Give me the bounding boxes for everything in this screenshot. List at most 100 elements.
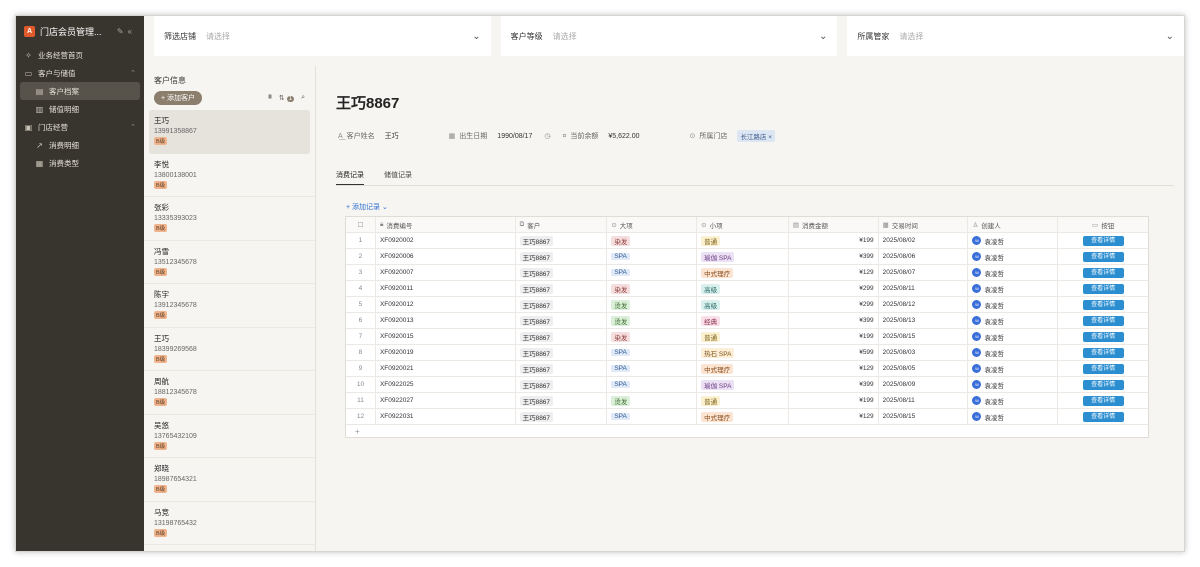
customer-list-item[interactable]: 李悦 13800138001 B级 [144, 154, 315, 197]
sidebar-item[interactable]: ▣ 门店经营 ⌃ [16, 118, 144, 136]
view-details-button[interactable]: 查看详情 [1082, 267, 1124, 278]
customer-chip[interactable]: 王巧8867 [519, 235, 554, 246]
filter-placeholder: 请选择 [899, 31, 924, 41]
customer-list-item[interactable]: 张彩 13335393023 B级 [144, 197, 315, 241]
table-row[interactable]: 6 XF0920013 王巧8867 烫发 经典 ¥399 2025/08/13 W 袁凌哲 查看… [346, 313, 1148, 329]
view-details-button[interactable]: 查看详情 [1082, 347, 1124, 358]
table-row[interactable]: 1 XF0920002 王巧8867 染发 普通 ¥199 2025/08/02 W 袁凌哲 查看… [346, 233, 1148, 249]
add-customer-button[interactable]: + 添加客户 [154, 91, 203, 105]
filter-select[interactable]: 所属管家 请选择 ⌄ [847, 16, 1184, 56]
filter-select[interactable]: 客户等级 请选择 ⌄ [500, 16, 838, 56]
table-row[interactable]: 4 XF0920011 王巧8867 染发 高级 ¥299 2025/08/11 W 袁凌哲 查看… [346, 281, 1148, 297]
customer-list-item[interactable]: 冯雪 13512345678 B级 [144, 241, 315, 284]
sort-icon[interactable]: ⇅ 1 [279, 94, 295, 102]
table-row[interactable]: 8 XF0920019 王巧8867 SPA 热石 SPA ¥599 2025/08/03 W… [346, 345, 1148, 361]
customer-chip[interactable]: 王巧8867 [519, 267, 554, 278]
view-details-button[interactable]: 查看详情 [1082, 235, 1124, 246]
table-row[interactable]: 3 XF0920007 王巧8867 SPA 中式理疗 ¥129 2025/08/07 W 袁凌… [346, 265, 1148, 281]
record-id-text: XF0920006 [379, 253, 414, 260]
column-header[interactable]: ⧉ 客户 [516, 217, 608, 232]
table-row[interactable]: 12 XF0922031 王巧8867 SPA 中式理疗 ¥129 2025/08/15 W 袁… [346, 409, 1148, 425]
customer-chip[interactable]: 王巧8867 [519, 395, 554, 406]
collapse-sidebar-icon[interactable]: « [128, 27, 136, 36]
customer-chip[interactable]: 王巧8867 [519, 411, 554, 422]
sidebar-item[interactable]: ▤ 客户档案 [20, 82, 140, 100]
column-header[interactable]: ⊙ 小项 [697, 217, 789, 232]
column-header[interactable]: ⊙ 大项 [607, 217, 698, 232]
filter-icon[interactable]: ⩩ [268, 94, 272, 102]
filter-select[interactable]: 筛选店铺 请选择 ⌄ [154, 16, 491, 56]
row-number: 8 [346, 345, 376, 360]
record-id: XF0920006 [376, 249, 516, 264]
customer-list-item[interactable]: 王巧 18399269568 B级 [144, 328, 315, 371]
customer-list-item[interactable]: 吴悠 13765432109 B级 [144, 415, 315, 458]
table-row[interactable]: 5 XF0920012 王巧8867 烫发 高级 ¥299 2025/08/12 W 袁凌哲 查看… [346, 297, 1148, 313]
sidebar-item[interactable]: ▥ 储值明细 [16, 100, 144, 118]
filter-label: 所属管家 [857, 31, 890, 41]
customer-chip[interactable]: 王巧8867 [519, 347, 554, 358]
customer-chip[interactable]: 王巧8867 [519, 299, 554, 310]
file-icon: ▤ [35, 86, 44, 96]
add-record-button[interactable]: + 添加记录 ⌄ [346, 202, 388, 212]
sidebar-item[interactable]: ↗ 消费明细 [16, 136, 144, 154]
customer-chip[interactable]: 王巧8867 [519, 251, 554, 262]
view-details-button[interactable]: 查看详情 [1082, 283, 1124, 294]
customer-list-item[interactable]: 王巧 13991358867 B级 [149, 110, 310, 154]
filter-bar: 筛选店铺 请选择 ⌄ 客户等级 请选择 ⌄ 所属管家 请选择 ⌄ [144, 16, 1184, 64]
tab-consumption[interactable]: 消费记录 [336, 166, 364, 185]
row-number: 7 [346, 329, 376, 344]
column-header[interactable]: ▭ 按钮 [1058, 217, 1148, 232]
sidebar-item-label: 消费明细 [49, 140, 79, 150]
customer-list-item[interactable]: 周航 18812345678 B级 [144, 371, 315, 415]
avatar: W [972, 348, 982, 357]
table-row[interactable]: 10 XF0922025 王巧8867 SPA 瑜伽 SPA ¥399 2025/08/09… [346, 377, 1148, 393]
column-header[interactable]: ♙ 创建人 [968, 217, 1059, 232]
customer-list-item[interactable]: 郑晓 18987654321 B级 [144, 458, 315, 502]
record-category: SPA [607, 377, 698, 392]
view-details-button[interactable]: 查看详情 [1082, 395, 1124, 406]
sidebar-item[interactable]: ▭ 客户与储值 ⌃ [16, 64, 144, 82]
customer-list-item[interactable]: 马竞 13198765432 B级 [144, 502, 315, 545]
record-customer: 王巧8867 [516, 393, 608, 408]
customer-list-item[interactable]: 陈宇 13912345678 B级 [144, 284, 315, 328]
record-action: 查看详情 [1058, 265, 1148, 280]
view-details-button[interactable]: 查看详情 [1082, 331, 1124, 342]
sidebar-item[interactable]: ▦ 消费类型 [16, 154, 144, 172]
table-row[interactable]: 2 XF0920006 王巧8867 SPA 瑜伽 SPA ¥399 2025/08/06 W… [346, 249, 1148, 265]
table-row[interactable]: 7 XF0920015 王巧8867 染发 普通 ¥199 2025/08/15 W 袁凌哲 查看… [346, 329, 1148, 345]
add-row-button[interactable]: + [346, 425, 1148, 437]
table-row[interactable]: 11 XF0922027 王巧8867 烫发 普通 ¥199 2025/08/11 W 袁凌哲 查… [346, 393, 1148, 409]
creator-name: 袁凌哲 [984, 414, 1004, 422]
customer-chip[interactable]: 王巧8867 [519, 331, 554, 342]
sidebar-item[interactable]: ✧ 业务经营首页 [16, 46, 144, 64]
sidebar-item-label: 业务经营首页 [38, 50, 83, 60]
view-details-button[interactable]: 查看详情 [1082, 363, 1124, 374]
customer-chip[interactable]: 王巧8867 [519, 315, 554, 326]
row-number: 2 [346, 249, 376, 264]
column-header[interactable]: 🔒︎ 消费编号 [376, 217, 516, 232]
record-id-text: XF0922025 [379, 381, 414, 388]
table-row[interactable]: 9 XF0920021 王巧8867 SPA 中式理疗 ¥129 2025/08/05 W 袁凌… [346, 361, 1148, 377]
view-details-button[interactable]: 查看详情 [1082, 251, 1124, 262]
tab-stored-value[interactable]: 储值记录 [384, 166, 412, 185]
balance-value: ¥5,622.00 [608, 132, 640, 140]
avatar: W [972, 300, 982, 309]
record-id: XF0922031 [376, 409, 516, 424]
customer-chip[interactable]: 王巧8867 [519, 379, 554, 390]
record-customer: 王巧8867 [516, 313, 608, 328]
column-header[interactable]: ▤ 消费金额 [789, 217, 879, 232]
select-all-checkbox[interactable]: ☐ [346, 217, 376, 232]
customer-chip[interactable]: 王巧8867 [519, 283, 554, 294]
search-icon[interactable]: ⌕ [301, 94, 305, 102]
column-header[interactable]: ▦ 交易时间 [879, 217, 969, 232]
view-details-button[interactable]: 查看详情 [1082, 411, 1124, 422]
view-details-button[interactable]: 查看详情 [1082, 315, 1124, 326]
category-chip: 烫发 [611, 315, 631, 326]
date-text: 2025/08/05 [882, 365, 916, 372]
edit-icon[interactable]: ✎ [117, 27, 128, 36]
customer-chip[interactable]: 王巧8867 [519, 363, 554, 374]
subcategory-chip: 经典 [701, 315, 721, 326]
view-details-button[interactable]: 查看详情 [1082, 379, 1124, 390]
date-text: 2025/08/09 [882, 381, 916, 388]
view-details-button[interactable]: 查看详情 [1082, 299, 1124, 310]
